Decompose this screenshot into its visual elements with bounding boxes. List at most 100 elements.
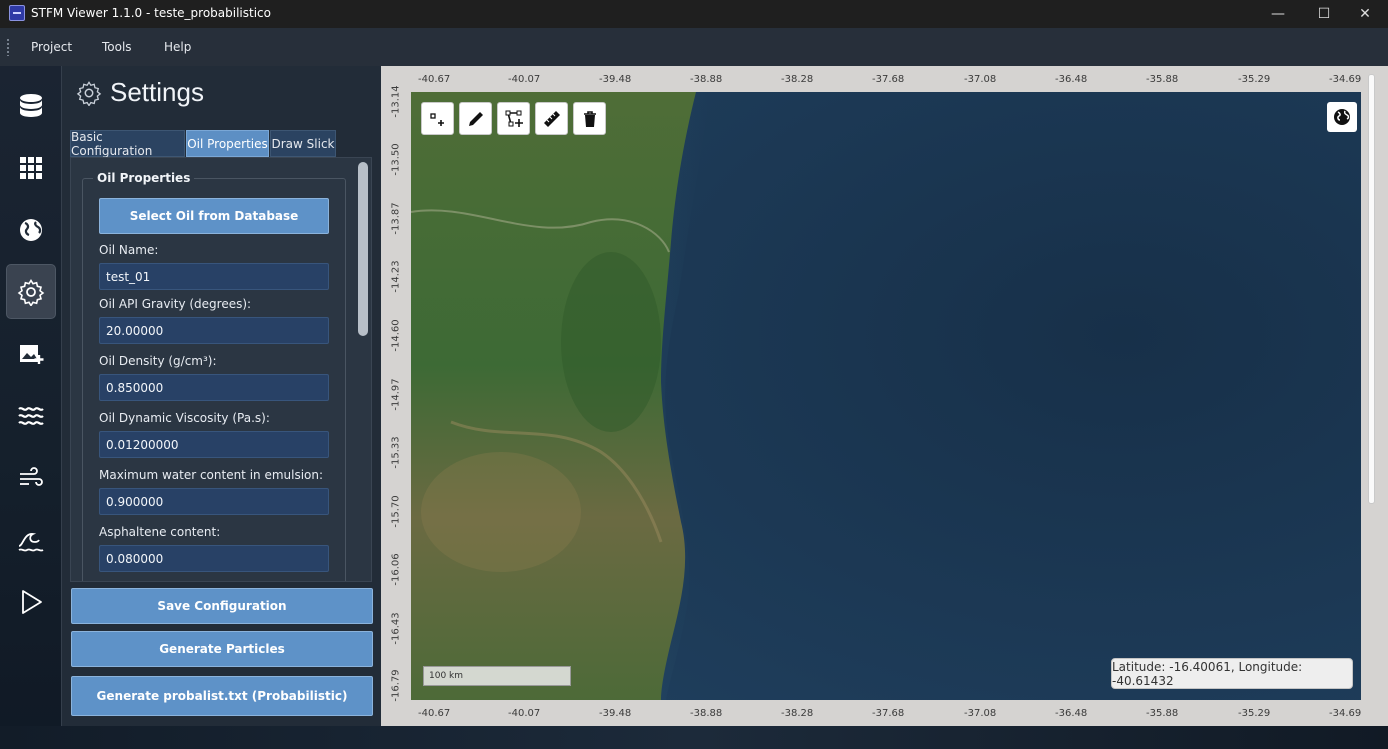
wind-icon — [20, 466, 43, 486]
sidebar-item-settings[interactable] — [6, 264, 56, 319]
lon-tick-top: -34.69 — [1329, 74, 1362, 85]
map-scroll-thumb[interactable] — [1368, 74, 1375, 504]
settings-panel: Settings Basic Configuration Oil Propert… — [61, 66, 381, 726]
lon-tick-top: -38.28 — [781, 74, 814, 85]
close-button[interactable]: ✕ — [1342, 0, 1388, 28]
oil-name-field[interactable]: test_01 — [99, 263, 329, 290]
density-field[interactable]: 0.850000 — [99, 374, 329, 401]
select-oil-button[interactable]: Select Oil from Database — [99, 198, 329, 234]
trash-icon — [583, 110, 596, 127]
sidebar-item-wind[interactable] — [6, 450, 56, 505]
basemap-globe-button[interactable] — [1327, 102, 1357, 132]
lon-tick-top: -40.07 — [508, 74, 541, 85]
lat-tick-left: -13.50 — [390, 143, 402, 176]
lat-tick-left: -14.23 — [390, 260, 402, 293]
measure-tool[interactable] — [535, 102, 568, 135]
lat-tick-left: -14.60 — [390, 319, 402, 352]
sidebar-item-database[interactable] — [6, 78, 56, 133]
menu-tools[interactable]: Tools — [102, 40, 132, 54]
menu-project[interactable]: Project — [31, 40, 72, 54]
lat-tick-left: -13.14 — [390, 85, 402, 118]
sidebar-item-run[interactable] — [6, 574, 56, 629]
settings-scroll-thumb[interactable] — [358, 162, 368, 336]
coordinate-readout: Latitude: -16.40061, Longitude: -40.6143… — [1111, 658, 1353, 689]
lon-tick-bottom: -39.48 — [599, 708, 632, 719]
polygon-add-icon — [505, 110, 523, 127]
draw-tool[interactable] — [459, 102, 492, 135]
globe-icon — [20, 218, 42, 241]
tab-basic-configuration[interactable]: Basic Configuration — [70, 130, 185, 158]
lon-tick-top: -38.88 — [690, 74, 723, 85]
map-scrollbar[interactable] — [1364, 66, 1388, 726]
sidebar-item-ocean-wave[interactable] — [6, 512, 56, 567]
lon-tick-top: -35.29 — [1238, 74, 1271, 85]
lon-tick-bottom: -37.08 — [964, 708, 997, 719]
polygon-tool[interactable] — [497, 102, 530, 135]
asphaltene-label: Asphaltene content: — [99, 525, 221, 539]
oil-name-label: Oil Name: — [99, 243, 159, 257]
pencil-icon — [468, 111, 483, 126]
map-view: -40.67 -40.07 -39.48 -38.88 -38.28 -37.6… — [381, 66, 1388, 726]
lon-tick-top: -37.68 — [872, 74, 905, 85]
lon-tick-bottom: -38.28 — [781, 708, 814, 719]
lon-tick-top: -35.88 — [1146, 74, 1179, 85]
lon-tick-bottom: -40.67 — [418, 708, 451, 719]
sidebar-item-waves[interactable] — [6, 388, 56, 443]
lon-tick-top: -40.67 — [418, 74, 451, 85]
window-title: STFM Viewer 1.1.0 - teste_probabilistico — [31, 6, 271, 20]
sidebar-item-grid[interactable] — [6, 140, 56, 195]
oil-properties-pane: Oil Properties Select Oil from Database … — [70, 157, 372, 582]
lon-tick-bottom: -35.88 — [1146, 708, 1179, 719]
asphaltene-field[interactable]: 0.080000 — [99, 545, 329, 572]
waves-icon — [18, 406, 44, 425]
image-add-icon — [20, 344, 44, 364]
lon-tick-bottom: -36.48 — [1055, 708, 1088, 719]
gear-icon — [17, 278, 45, 306]
window-bottom-edge — [0, 726, 1388, 749]
sidebar-item-image-add[interactable] — [6, 326, 56, 381]
lon-tick-bottom: -35.29 — [1238, 708, 1271, 719]
globe-icon — [1334, 109, 1350, 125]
grid-icon — [20, 156, 42, 179]
sidebar-item-globe[interactable] — [6, 202, 56, 257]
map-imagery — [411, 92, 1361, 700]
density-label: Oil Density (g/cm³): — [99, 354, 217, 368]
settings-gear-icon — [76, 81, 102, 106]
lat-tick-left: -15.33 — [390, 436, 402, 469]
scale-bar: 100 km — [423, 666, 571, 686]
tab-draw-slick[interactable]: Draw Slick — [270, 130, 336, 157]
toolbar-grip-icon[interactable] — [6, 38, 10, 56]
api-gravity-label: Oil API Gravity (degrees): — [99, 297, 252, 311]
water-content-field[interactable]: 0.900000 — [99, 488, 329, 515]
group-title: Oil Properties — [93, 171, 195, 185]
lat-tick-left: -16.43 — [390, 612, 402, 645]
generate-probalist-button[interactable]: Generate probalist.txt (Probabilistic) — [71, 676, 373, 716]
lon-tick-top: -37.08 — [964, 74, 997, 85]
minimize-button[interactable]: — — [1255, 0, 1301, 28]
water-content-label: Maximum water content in emulsion: — [99, 468, 324, 482]
menu-help[interactable]: Help — [164, 40, 191, 54]
save-configuration-button[interactable]: Save Configuration — [71, 588, 373, 624]
lon-tick-bottom: -37.68 — [872, 708, 905, 719]
page-title: Settings — [110, 77, 204, 107]
menu-bar: Project Tools Help — [0, 28, 1388, 66]
add-point-tool[interactable] — [421, 102, 454, 135]
lon-tick-bottom: -34.69 — [1329, 708, 1362, 719]
title-bar: STFM Viewer 1.1.0 - teste_probabilistico… — [0, 0, 1388, 28]
ocean-wave-icon — [18, 532, 44, 551]
lat-tick-left: -14.97 — [390, 378, 402, 411]
sidebar — [0, 66, 61, 726]
lon-tick-top: -36.48 — [1055, 74, 1088, 85]
viscosity-field[interactable]: 0.01200000 — [99, 431, 329, 458]
play-icon — [22, 589, 42, 614]
lat-tick-left: -16.79 — [390, 669, 402, 702]
api-gravity-field[interactable]: 20.00000 — [99, 317, 329, 344]
delete-tool[interactable] — [573, 102, 606, 135]
maximize-button[interactable]: ☐ — [1301, 0, 1347, 28]
satellite-map[interactable]: 100 km Latitude: -16.40061, Longitude: -… — [411, 92, 1361, 700]
lat-tick-left: -16.06 — [390, 553, 402, 586]
generate-particles-button[interactable]: Generate Particles — [71, 631, 373, 667]
ruler-icon — [543, 110, 560, 127]
tab-oil-properties[interactable]: Oil Properties — [186, 130, 269, 157]
lat-tick-left: -13.87 — [390, 202, 402, 235]
